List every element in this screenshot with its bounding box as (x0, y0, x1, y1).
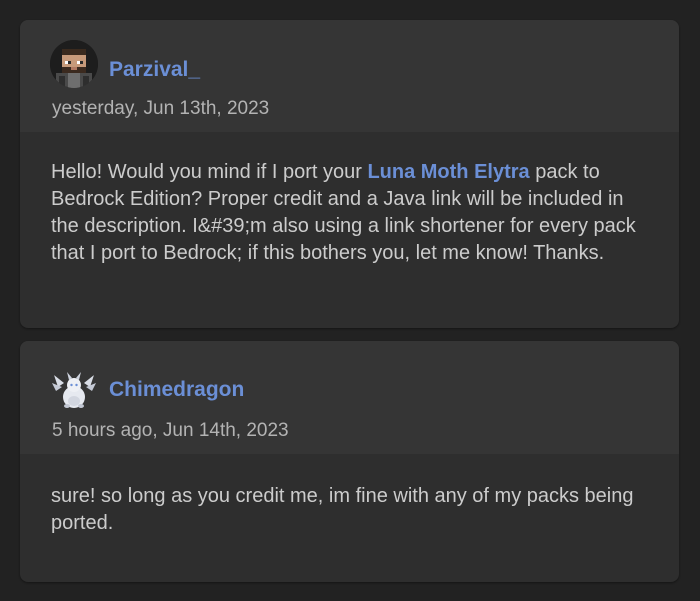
comment-body: Hello! Would you mind if I port your Lun… (20, 132, 679, 267)
comment-timestamp: yesterday, Jun 13th, 2023 (52, 98, 270, 119)
comment-author-link[interactable]: Chimedragon (109, 378, 244, 402)
comment-thread: Parzival_ yesterday, Jun 13th, 2023 Hell… (0, 0, 700, 601)
comment-header: Chimedragon 5 hours ago, Jun 14th, 2023 (20, 341, 679, 454)
comment-card: Chimedragon 5 hours ago, Jun 14th, 2023 … (20, 341, 679, 582)
comment-text: Hello! Would you mind if I port your (51, 161, 368, 183)
comment-text: sure! so long as you credit me, im fine … (51, 485, 634, 534)
comment-body: sure! so long as you credit me, im fine … (20, 454, 679, 537)
pixel-bearded-man-avatar-icon[interactable] (50, 40, 98, 88)
comment-author-link[interactable]: Parzival_ (109, 58, 200, 82)
white-dragon-avatar-icon[interactable] (50, 365, 98, 413)
comment-card: Parzival_ yesterday, Jun 13th, 2023 Hell… (20, 20, 679, 328)
comment-header: Parzival_ yesterday, Jun 13th, 2023 (20, 20, 679, 132)
pack-link[interactable]: Luna Moth Elytra (367, 161, 529, 183)
comment-timestamp: 5 hours ago, Jun 14th, 2023 (52, 420, 289, 441)
